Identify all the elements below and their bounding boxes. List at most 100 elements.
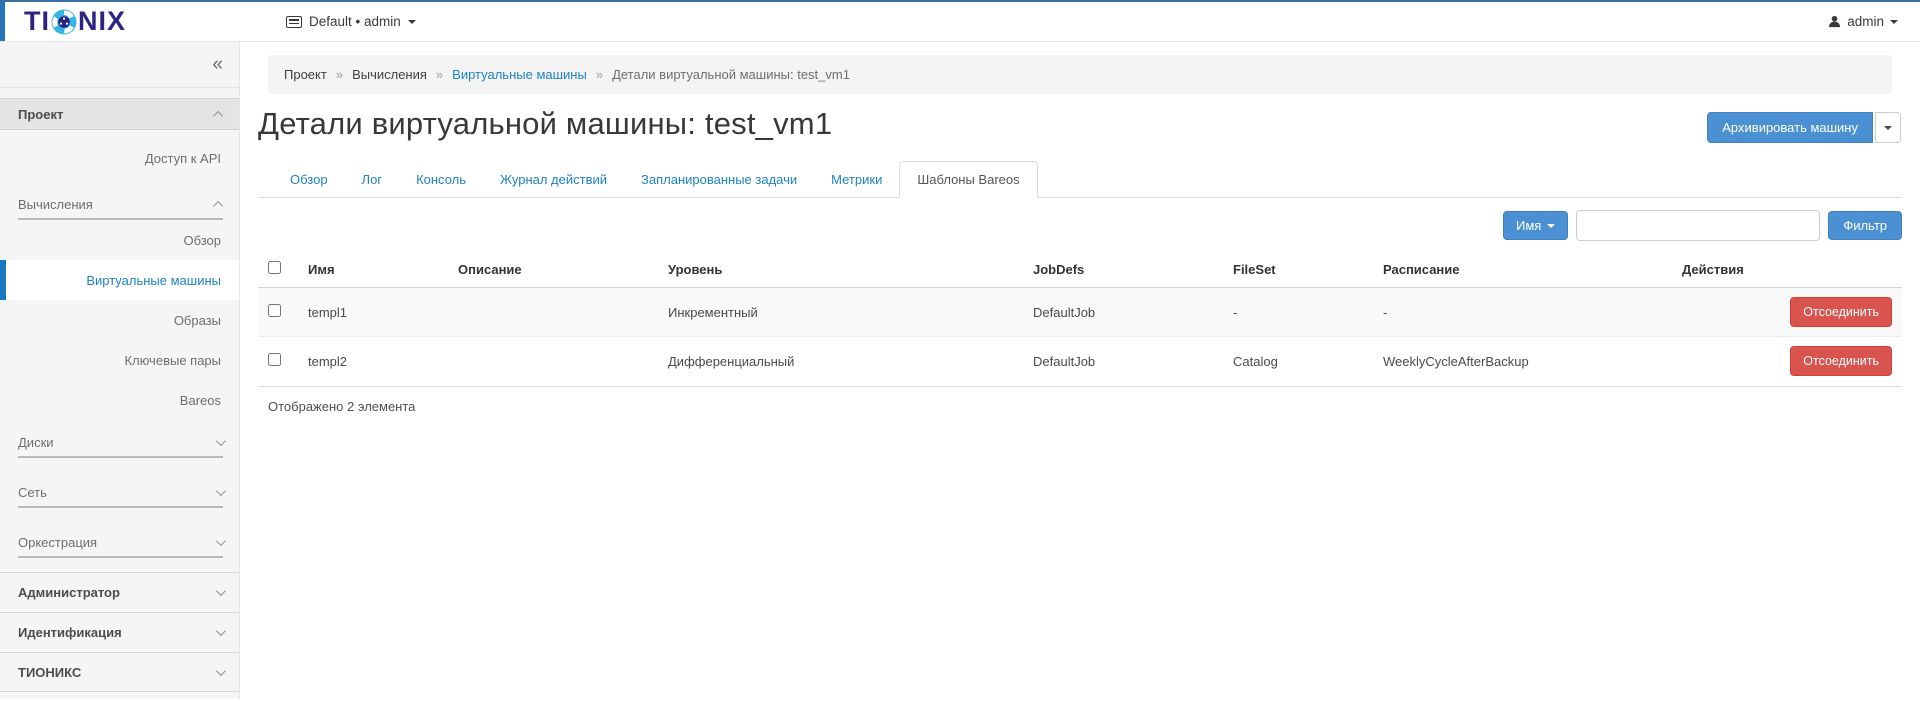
sidebar-subsection-network-label: Сеть [18, 485, 47, 500]
user-icon [1828, 15, 1841, 28]
logo-text-left: TI [24, 8, 50, 35]
cell-jobdefs: DefaultJob [1023, 288, 1223, 337]
breadcrumb-separator: » [436, 67, 443, 82]
detail-tabs: Обзор Лог Консоль Журнал действий Заплан… [258, 161, 1902, 198]
breadcrumb-separator: » [596, 67, 603, 82]
cell-level: Инкрементный [658, 288, 1023, 337]
filter-field-dropdown[interactable]: Имя [1503, 211, 1568, 240]
column-header-description: Описание [448, 253, 658, 288]
context-switcher-label: Default • admin [309, 14, 401, 29]
chevron-down-icon [216, 626, 226, 636]
archive-instance-button[interactable]: Архивировать машину [1707, 112, 1873, 143]
cell-schedule: WeeklyCycleAfterBackup [1373, 337, 1672, 386]
tab-metrics[interactable]: Метрики [814, 162, 899, 197]
sidebar-section-admin[interactable]: Администратор [0, 572, 239, 612]
chevron-down-icon [216, 486, 226, 496]
sidebar-item-label: Bareos [180, 393, 221, 408]
chevron-down-icon [1547, 224, 1555, 228]
chevron-down-icon [216, 586, 226, 596]
tab-console[interactable]: Консоль [399, 162, 483, 197]
table-header-row: Имя Описание Уровень JobDefs FileSet Рас… [258, 253, 1902, 288]
sidebar-collapse-button[interactable]: « [212, 55, 223, 74]
breadcrumb: Проект » Вычисления » Виртуальные машины… [268, 55, 1892, 94]
sidebar-item-label: Ключевые пары [124, 353, 221, 368]
sidebar-item-images[interactable]: Образы [0, 300, 239, 340]
select-row-checkbox[interactable] [268, 304, 281, 317]
sidebar-item-label: Обзор [183, 233, 221, 248]
cell-schedule: - [1373, 288, 1672, 337]
sidebar-subsection-compute[interactable]: Вычисления [18, 190, 223, 220]
sidebar-subsection-volumes-label: Диски [18, 435, 54, 450]
detach-template-button[interactable]: Отсоединить [1790, 297, 1892, 327]
cell-level: Дифференциальный [658, 337, 1023, 386]
sidebar-subsection-orchestration[interactable]: Оркестрация [18, 528, 223, 558]
chevron-down-icon [408, 20, 416, 24]
table-footer-count: Отображено 2 элемента [258, 386, 1902, 426]
sidebar-subsection-network[interactable]: Сеть [18, 478, 223, 508]
cell-description [448, 288, 658, 337]
sidebar-section-identity-label: Идентификация [18, 625, 122, 640]
tab-overview[interactable]: Обзор [273, 162, 345, 197]
breadcrumb-item-project: Проект [284, 67, 327, 82]
project-context-switcher[interactable]: Default • admin [286, 14, 416, 29]
sidebar-subsection-volumes[interactable]: Диски [18, 428, 223, 458]
tionix-logo[interactable]: TI NIX [24, 8, 126, 35]
sidebar-item-overview[interactable]: Обзор [0, 220, 239, 260]
filter-field-label: Имя [1516, 218, 1541, 233]
tab-bareos-templates-active[interactable]: Шаблоны Bareos [899, 161, 1037, 198]
chevron-up-icon [213, 110, 223, 120]
sidebar-collapse-row: « [0, 42, 239, 88]
sidebar-subsection-compute-label: Вычисления [18, 197, 93, 212]
filter-input[interactable] [1576, 210, 1820, 241]
sidebar-item-label: Доступ к API [145, 151, 221, 166]
sidebar-section-admin-label: Администратор [18, 585, 120, 600]
sidebar-item-key-pairs[interactable]: Ключевые пары [0, 340, 239, 380]
cell-fileset: Catalog [1223, 337, 1373, 386]
sidebar-item-label: Образы [174, 313, 221, 328]
tab-scheduled-tasks[interactable]: Запланированные задачи [624, 162, 814, 197]
user-menu[interactable]: admin [1828, 14, 1898, 29]
sidebar-section-tionix[interactable]: ТИОНИКС [0, 652, 239, 692]
table-row: templ1 Инкрементный DefaultJob - - Отсое… [258, 288, 1902, 337]
cell-name: templ2 [298, 337, 448, 386]
column-header-name: Имя [298, 253, 448, 288]
column-header-schedule: Расписание [1373, 253, 1672, 288]
table-row: templ2 Дифференциальный DefaultJob Catal… [258, 337, 1902, 386]
sidebar-item-label: Виртуальные машины [86, 273, 221, 288]
sidebar-item-api-access[interactable]: Доступ к API [0, 138, 239, 178]
sidebar-nav: « Проект Доступ к API Вычисления Обзор В… [0, 42, 240, 699]
breadcrumb-link-virtual-machines[interactable]: Виртуальные машины [452, 67, 587, 82]
breadcrumb-item-current: Детали виртуальной машины: test_vm1 [612, 67, 850, 82]
select-row-checkbox[interactable] [268, 353, 281, 366]
chevron-up-icon [213, 200, 223, 210]
chevron-down-icon [216, 536, 226, 546]
tab-action-log[interactable]: Журнал действий [483, 162, 624, 197]
column-header-level: Уровень [658, 253, 1023, 288]
tab-log[interactable]: Лог [345, 162, 400, 197]
sidebar-section-project[interactable]: Проект [0, 98, 239, 130]
filter-submit-button[interactable]: Фильтр [1828, 211, 1902, 240]
sidebar-section-identity[interactable]: Идентификация [0, 612, 239, 652]
chevron-down-icon [1890, 20, 1898, 24]
breadcrumb-item-compute: Вычисления [352, 67, 427, 82]
tionix-swirl-icon [51, 9, 77, 35]
more-actions-dropdown-toggle[interactable] [1875, 112, 1901, 143]
sidebar-item-virtual-machines-active[interactable]: Виртуальные машины [0, 260, 239, 300]
chevron-down-icon [216, 666, 226, 676]
cell-jobdefs: DefaultJob [1023, 337, 1223, 386]
cell-name: templ1 [298, 288, 448, 337]
page-title: Детали виртуальной машины: test_vm1 [258, 106, 832, 142]
user-menu-label: admin [1847, 14, 1884, 29]
breadcrumb-separator: » [336, 67, 343, 82]
header-accent-strip [0, 2, 5, 41]
chevron-down-icon [1884, 126, 1892, 130]
column-header-fileset: FileSet [1223, 253, 1373, 288]
detach-template-button[interactable]: Отсоединить [1790, 346, 1892, 376]
select-all-checkbox[interactable] [268, 261, 281, 274]
sidebar-section-project-label: Проект [18, 107, 63, 122]
sidebar-item-bareos[interactable]: Bareos [0, 380, 239, 420]
table-filter-bar: Имя Фильтр [258, 210, 1902, 241]
column-header-jobdefs: JobDefs [1023, 253, 1223, 288]
sidebar-section-tionix-label: ТИОНИКС [18, 665, 81, 680]
sidebar-subsection-orchestration-label: Оркестрация [18, 535, 97, 550]
